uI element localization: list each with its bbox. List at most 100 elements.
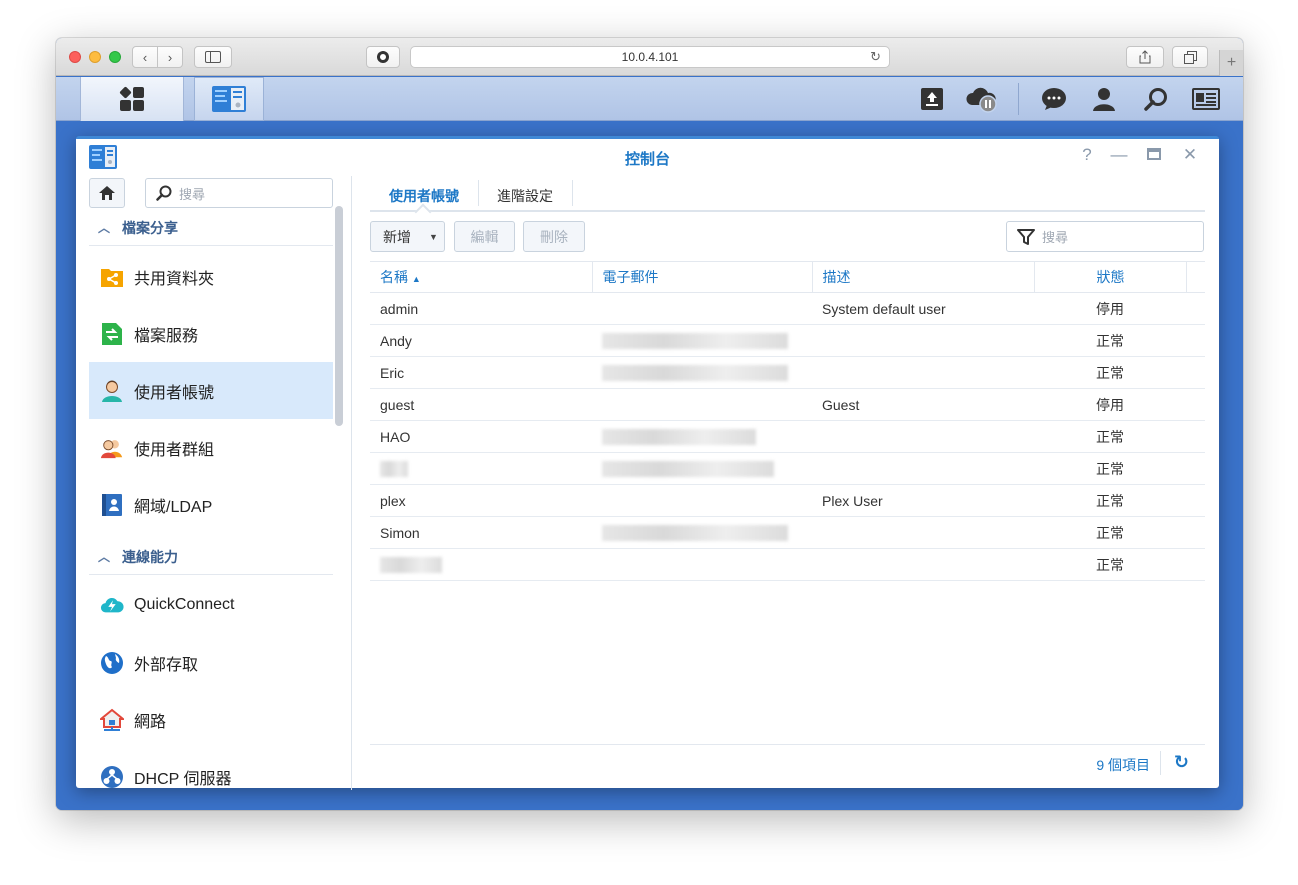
reload-icon[interactable]: ↻ [870, 49, 881, 65]
cell-description [812, 516, 1034, 549]
home-icon [99, 186, 115, 200]
redacted-block [602, 461, 774, 478]
notifications-button[interactable] [1040, 85, 1068, 113]
user-icon [100, 379, 124, 403]
cell-name: HAO [370, 420, 592, 453]
zoom-window-button[interactable] [109, 51, 121, 63]
sidebar-item-label: DHCP 伺服器 [134, 770, 232, 788]
domain-icon [100, 493, 124, 517]
table-row[interactable]: plex Plex User 正常 [370, 484, 1205, 517]
tab-overview-button[interactable] [1172, 46, 1208, 68]
table-header-row: 名稱 ▲ 電子郵件 描述 狀態 [370, 261, 1205, 293]
window-title: 控制台 [624, 151, 670, 168]
address-bar[interactable]: 10.0.4.101 ↻ [410, 46, 890, 68]
sidebar-item-dhcp[interactable]: DHCP 伺服器 [89, 748, 333, 790]
chat-icon [1042, 88, 1066, 110]
sidebar-item-label: 網路 [134, 713, 167, 731]
table-row[interactable]: admin System default user 停用 [370, 292, 1205, 325]
help-button[interactable]: ? [1075, 145, 1099, 165]
redacted-block [602, 525, 788, 542]
cloud-sync-button[interactable] [964, 85, 1000, 113]
column-label: 名稱 [380, 269, 408, 285]
cell-description [812, 356, 1034, 389]
back-button[interactable]: ‹ [132, 46, 158, 68]
chevron-right-icon: › [167, 49, 173, 65]
minimize-icon[interactable]: — [1107, 145, 1131, 165]
tab-advanced[interactable]: 進階設定 [482, 182, 568, 210]
sidebar-item-network[interactable]: 網路 [89, 691, 333, 748]
user-icon [1093, 88, 1115, 111]
cell-name [370, 548, 592, 581]
sidebar-item-label: 檔案服務 [134, 327, 199, 345]
url-text: 10.0.4.101 [621, 50, 679, 64]
column-header-spacer [1186, 261, 1205, 293]
share-button[interactable] [1126, 46, 1164, 68]
cell-name: plex [370, 484, 592, 517]
group-file-sharing[interactable]: ︿ 檔案分享 [89, 210, 333, 246]
table-row[interactable]: 正常 [370, 548, 1205, 581]
sidebar-item-user[interactable]: 使用者帳號 [89, 362, 333, 419]
table-row[interactable]: HAO 正常 [370, 420, 1205, 453]
create-button[interactable]: 新增 [370, 221, 424, 252]
cell-spacer [1186, 388, 1205, 421]
user-menu-button[interactable] [1090, 85, 1118, 113]
cloud-pause-icon [966, 87, 997, 113]
group-label: 檔案分享 [122, 219, 179, 236]
column-header-status[interactable]: 狀態 [1034, 261, 1187, 293]
close-icon[interactable]: ✕ [1178, 145, 1202, 165]
column-header-name[interactable]: 名稱 ▲ [370, 261, 593, 293]
home-button[interactable] [89, 178, 125, 208]
cell-spacer [1186, 484, 1205, 517]
sidebar-search-input[interactable]: 搜尋 [145, 178, 333, 208]
sort-asc-icon: ▲ [411, 274, 421, 284]
new-tab-button[interactable]: + [1219, 50, 1243, 76]
column-header-email[interactable]: 電子郵件 [592, 261, 813, 293]
upload-queue-button[interactable] [918, 85, 946, 113]
maximize-icon[interactable] [1142, 145, 1166, 165]
column-label: 狀態 [1096, 269, 1125, 285]
sidebar-item-external-access[interactable]: 外部存取 [89, 634, 333, 691]
cell-email [592, 292, 812, 325]
create-dropdown-button[interactable]: ▼ [423, 221, 445, 252]
cell-email [592, 356, 812, 389]
chevron-up-icon: ︿ [98, 550, 111, 564]
cell-name: guest [370, 388, 592, 421]
main-menu-icon [119, 86, 144, 111]
cell-spacer [1186, 548, 1205, 581]
user-search-input[interactable]: 搜尋 [1006, 221, 1204, 252]
cell-description [812, 324, 1034, 357]
main-menu-button[interactable] [80, 77, 184, 121]
sidebar-item-label: 共用資料夾 [134, 270, 215, 288]
table-row[interactable]: 正常 [370, 452, 1205, 485]
sidebar-item-quickconnect[interactable]: QuickConnect [89, 576, 333, 633]
group-connectivity[interactable]: ︿ 連線能力 [89, 539, 333, 575]
table-row[interactable]: Eric 正常 [370, 356, 1205, 389]
search-button[interactable] [1142, 85, 1170, 113]
table-row[interactable]: Simon 正常 [370, 516, 1205, 549]
cell-status: 正常 [1034, 356, 1186, 389]
sidebar-item-domain-ldap[interactable]: 網域/LDAP [89, 476, 333, 533]
taskbar-control-panel[interactable] [194, 77, 264, 121]
refresh-icon[interactable]: ↻ [1174, 752, 1189, 773]
delete-button[interactable]: 刪除 [523, 221, 585, 252]
forward-button[interactable]: › [157, 46, 183, 68]
sidebar-item-shared-folder[interactable]: 共用資料夾 [89, 248, 333, 305]
browser-window: ‹ › 10.0.4.101 ↻ + 控制台 ? — ✕ 搜尋 ︿ 檔案分享 共… [56, 38, 1243, 810]
sidebar-item-file-services[interactable]: 檔案服務 [89, 305, 333, 362]
widgets-button[interactable] [1192, 85, 1220, 113]
cell-email [592, 516, 812, 549]
cell-name: Simon [370, 516, 592, 549]
extension-button[interactable] [366, 46, 400, 68]
upload-icon [921, 88, 943, 110]
group-icon [100, 436, 124, 460]
table-row[interactable]: Andy 正常 [370, 324, 1205, 357]
cell-name: Andy [370, 324, 592, 357]
minimize-window-button[interactable] [89, 51, 101, 63]
edit-button[interactable]: 編輯 [454, 221, 515, 252]
column-header-description[interactable]: 描述 [812, 261, 1035, 293]
table-row[interactable]: guest Guest 停用 [370, 388, 1205, 421]
sidebar-item-group[interactable]: 使用者群組 [89, 419, 333, 476]
sidebar-toggle-button[interactable] [194, 46, 232, 68]
close-window-button[interactable] [69, 51, 81, 63]
sidebar-scrollbar[interactable] [335, 206, 343, 426]
